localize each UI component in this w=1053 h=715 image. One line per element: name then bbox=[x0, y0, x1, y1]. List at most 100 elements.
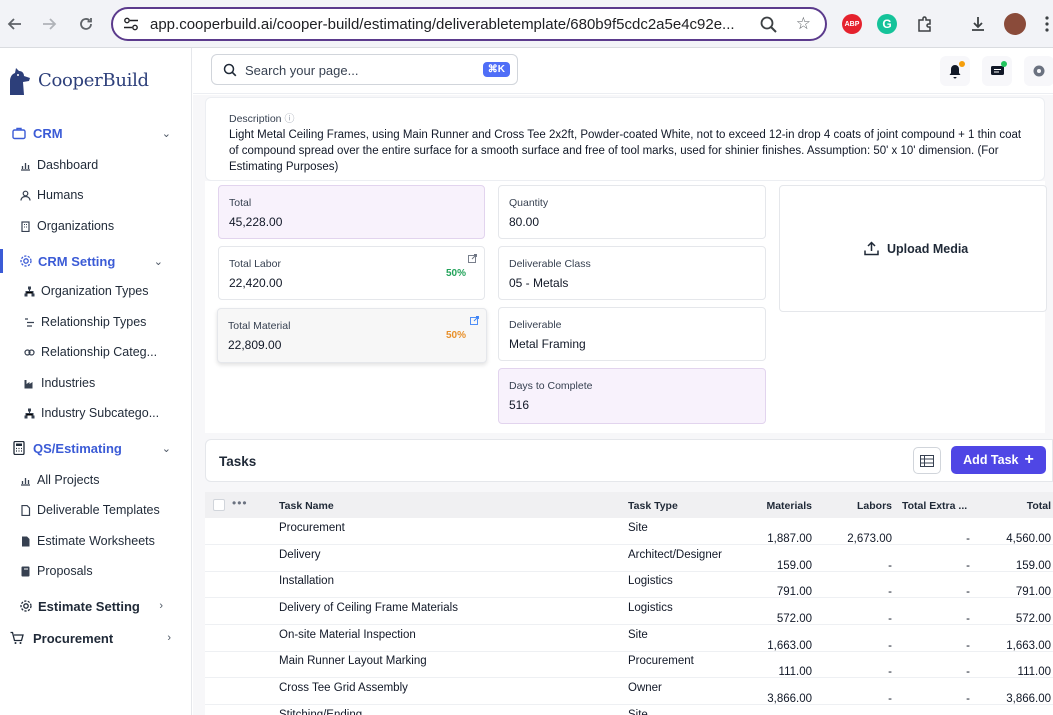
notifications-button[interactable] bbox=[940, 56, 970, 86]
extensions-puzzle-icon[interactable] bbox=[914, 13, 936, 35]
toggle-view-button[interactable] bbox=[913, 447, 941, 474]
description-label-text: Description bbox=[229, 113, 282, 125]
settings-button[interactable] bbox=[1024, 56, 1053, 86]
table-row[interactable]: Delivery of Ceiling Frame Materials Logis… bbox=[205, 598, 1053, 625]
building-icon bbox=[21, 220, 30, 232]
nav-group-crm-label: CRM bbox=[33, 125, 63, 141]
nav-group-crm[interactable]: CRM ⌄ bbox=[0, 120, 191, 146]
deliverable-class-label: Deliverable Class bbox=[509, 258, 591, 270]
back-arrow-icon[interactable] bbox=[4, 13, 26, 35]
chevron-right-icon[interactable]: › bbox=[159, 600, 163, 612]
total-material-label: Total Material bbox=[228, 320, 291, 332]
table-row[interactable]: Main Runner Layout Marking Procurement 111… bbox=[205, 651, 1053, 678]
table-header: ••• Task Name Task Type Materials Labors… bbox=[205, 492, 1053, 518]
reload-icon[interactable] bbox=[75, 13, 97, 35]
total-labor-label: Total Labor bbox=[229, 258, 281, 270]
upload-media-area[interactable]: Upload Media bbox=[779, 185, 1047, 312]
sidebar-item-relationship-categories[interactable]: Relationship Categ... bbox=[0, 340, 191, 364]
total-material-card[interactable]: Total Material 22,809.00 50% bbox=[217, 308, 487, 363]
more-options-icon[interactable]: ••• bbox=[232, 496, 248, 510]
sidebar-item-humans[interactable]: Humans bbox=[0, 183, 191, 207]
sidebar-item-organization-types[interactable]: Organization Types bbox=[0, 279, 191, 303]
deliverable-class-card: Deliverable Class 05 - Metals bbox=[498, 246, 766, 300]
browser-toolbar: app.cooperbuild.ai/cooper-build/estimati… bbox=[0, 0, 1053, 48]
deliverable-class-value: 05 - Metals bbox=[509, 276, 569, 290]
browser-menu-icon[interactable] bbox=[1040, 13, 1053, 35]
calculator-icon bbox=[13, 441, 25, 455]
link-icon bbox=[24, 348, 35, 356]
adblock-extension-icon[interactable]: ABP bbox=[842, 14, 862, 34]
column-header-task-name[interactable]: Task Name bbox=[279, 500, 334, 512]
zoom-icon[interactable] bbox=[759, 15, 779, 35]
app-logo[interactable]: CooperBuild bbox=[4, 62, 149, 98]
add-task-button[interactable]: Add Task + bbox=[951, 446, 1046, 474]
task-type-cell: Site bbox=[628, 709, 648, 715]
deliverable-card: Deliverable Metal Framing bbox=[498, 307, 766, 361]
briefcase-icon bbox=[12, 127, 26, 140]
materials-cell: 791.00 bbox=[776, 586, 812, 598]
dog-logo-icon bbox=[10, 68, 30, 95]
column-header-task-type[interactable]: Task Type bbox=[628, 500, 678, 512]
description-label: Description ⓘ bbox=[229, 110, 294, 125]
table-row[interactable]: On-site Material Inspection Site 1,663.00-… bbox=[205, 625, 1053, 652]
nav-group-procurement-label: Procurement bbox=[33, 630, 114, 646]
nav-group-procurement[interactable]: Procurement › bbox=[0, 625, 191, 651]
grammarly-extension-icon[interactable]: G bbox=[877, 14, 897, 34]
chevron-down-icon[interactable]: ⌄ bbox=[162, 127, 171, 140]
table-row[interactable]: Installation Logistics 791.00 - - 791.00 bbox=[205, 571, 1053, 598]
external-link-icon[interactable] bbox=[470, 316, 479, 325]
material-percent: 50% bbox=[445, 330, 466, 341]
column-header-total-extra[interactable]: Total Extra ... bbox=[902, 500, 967, 512]
profile-avatar[interactable] bbox=[1004, 13, 1026, 35]
forward-arrow-icon[interactable] bbox=[38, 13, 60, 35]
sidebar-item-proposals[interactable]: Proposals bbox=[0, 559, 191, 583]
sidebar-item-label: Industries bbox=[41, 376, 96, 390]
chevron-right-icon[interactable]: › bbox=[167, 632, 171, 644]
chevron-down-icon[interactable]: ⌄ bbox=[154, 255, 163, 268]
upload-media-button[interactable]: Upload Media bbox=[864, 241, 968, 256]
description-card: Description ⓘ Light Metal Ceiling Frames… bbox=[205, 97, 1045, 181]
sidebar-item-dashboard[interactable]: Dashboard bbox=[0, 153, 191, 177]
gear-icon bbox=[20, 600, 32, 612]
task-name-cell: Procurement bbox=[279, 522, 345, 534]
external-link-icon[interactable] bbox=[468, 254, 477, 263]
address-bar[interactable]: app.cooperbuild.ai/cooper-build/estimati… bbox=[111, 7, 827, 41]
column-header-total[interactable]: Total bbox=[973, 500, 1051, 512]
sidebar-item-industry-subcategories[interactable]: Industry Subcatego... bbox=[0, 401, 191, 425]
sidebar-item-industries[interactable]: Industries bbox=[0, 371, 191, 395]
sidebar-item-deliverable-templates[interactable]: Deliverable Templates bbox=[0, 498, 191, 522]
table-row[interactable]: Cross Tee Grid Assembly Owner 3,866.00 - - 3,… bbox=[205, 678, 1053, 705]
nav-group-qs-estimating[interactable]: QS/Estimating ⌄ bbox=[0, 435, 191, 461]
nav-group-estimate-setting[interactable]: Estimate Setting › bbox=[0, 593, 191, 619]
task-name-cell: Delivery of Ceiling Frame Materials bbox=[279, 602, 458, 614]
nav-group-crm-setting[interactable]: CRM Setting ⌄ bbox=[0, 248, 191, 274]
app-topbar: Search your page... ⌘K bbox=[193, 48, 1053, 94]
quantity-card: Quantity 80.00 bbox=[498, 185, 766, 239]
table-row[interactable]: Stitching/Ending... Site bbox=[205, 705, 1053, 715]
messages-button[interactable] bbox=[982, 56, 1012, 86]
sidebar-item-estimate-worksheets[interactable]: Estimate Worksheets bbox=[0, 529, 191, 553]
user-icon bbox=[20, 190, 31, 201]
column-header-materials[interactable]: Materials bbox=[735, 500, 812, 512]
table-row[interactable]: Delivery Architect/Designer 159.00- -159.00 bbox=[205, 545, 1053, 572]
hierarchy-icon bbox=[24, 286, 35, 296]
total-cell: 111.00 bbox=[1017, 666, 1051, 678]
sidebar-item-relationship-types[interactable]: Relationship Types bbox=[0, 310, 191, 334]
search-input[interactable]: Search your page... ⌘K bbox=[211, 54, 518, 85]
download-icon[interactable] bbox=[967, 13, 989, 35]
sidebar-item-all-projects[interactable]: All Projects bbox=[0, 468, 191, 492]
sidebar: CooperBuild CRM ⌄ Dashboard Humans Organ… bbox=[0, 48, 192, 715]
total-labor-card[interactable]: Total Labor 22,420.00 50% bbox=[218, 246, 485, 300]
site-settings-icon[interactable] bbox=[123, 17, 139, 31]
list-icon bbox=[25, 317, 34, 327]
column-header-labors[interactable]: Labors bbox=[815, 500, 892, 512]
select-all-checkbox[interactable] bbox=[213, 499, 225, 511]
table-row[interactable]: Procurement Site 1,887.00 2,673.00 - 4,560.00 bbox=[205, 518, 1053, 545]
info-icon[interactable]: ⓘ bbox=[284, 114, 294, 125]
url-text[interactable]: app.cooperbuild.ai/cooper-build/estimati… bbox=[150, 16, 750, 33]
task-name-cell: Stitching/Ending... bbox=[279, 709, 372, 715]
bookmark-star-icon[interactable]: ☆ bbox=[796, 14, 811, 34]
online-dot bbox=[1001, 61, 1007, 67]
sidebar-item-organizations[interactable]: Organizations bbox=[0, 214, 191, 238]
chevron-down-icon[interactable]: ⌄ bbox=[162, 442, 171, 455]
